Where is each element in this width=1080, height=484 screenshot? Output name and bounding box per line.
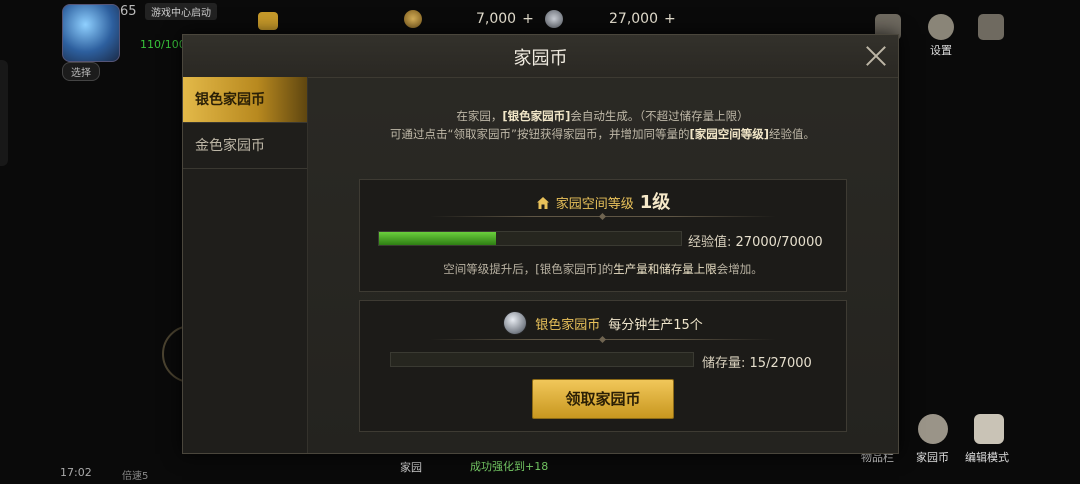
space-level-header: 家园空间等级 1级 [360, 188, 846, 214]
production-panel: 银色家园币 每分钟生产15个 储存量: 15/27000 领取家园币 [359, 300, 847, 432]
sidebar: 银色家园币 金色家园币 [183, 77, 308, 453]
space-level-value: 1级 [639, 192, 671, 213]
exp-readout: 经验值: 27000/70000 [688, 231, 823, 250]
boost-message: 成功强化到+18 [470, 460, 549, 473]
screen-edge [0, 60, 8, 166]
settings-label: 设置 [930, 44, 952, 57]
storage-progress-bar [390, 352, 694, 367]
space-level-title: 家园空间等级 [555, 197, 634, 212]
storage-value: 15/27000 [749, 356, 812, 371]
tab-silver-coin[interactable]: 银色家园币 [183, 77, 307, 123]
intro-text: 在家园，[银色家园币]会自动生成。（不超过储存量上限） 可通过点击“领取家园币”… [307, 107, 898, 143]
tab-gold-coin[interactable]: 金色家园币 [183, 123, 307, 169]
gold-coin-icon [404, 10, 422, 28]
gold-resource[interactable]: 7,000 + [404, 10, 534, 28]
add-silver-icon[interactable]: + [664, 11, 676, 27]
game-center-tag: 游戏中心启动 [145, 3, 217, 20]
avatar-badge[interactable]: 选择 [62, 62, 100, 81]
space-note-part: 会增加。 [716, 262, 763, 276]
space-note-part: 空间等级提升后，[银色家园币]的 [443, 262, 614, 276]
intro-text-part: 会自动生成。（不超过储存量上限） [570, 109, 749, 123]
storage-readout: 储存量: 15/27000 [702, 352, 812, 371]
exp-progress-fill [379, 232, 496, 245]
clock: 17:02 [60, 466, 92, 479]
home-label[interactable]: 家园 [400, 459, 422, 475]
exp-value: 27000/70000 [735, 235, 823, 250]
space-note: 空间等级提升后，[银色家园币]的生产量和储存量上限会增加。 [360, 261, 846, 277]
silver-house-coin-icon [503, 311, 528, 335]
intro-text-part: 可通过点击“领取家园币”按钮获得家园币，并增加同等量的 [390, 127, 690, 141]
gear-icon[interactable] [928, 14, 954, 40]
exp-label: 经验值: [688, 235, 732, 250]
storage-label: 储存量: [702, 356, 746, 371]
dialog-title: 家园币 [513, 48, 568, 69]
silver-coin-icon [545, 10, 563, 28]
house-icon [536, 197, 549, 209]
intro-line-2: 可通过点击“领取家园币”按钮获得家园币，并增加同等量的[家园空间等级]经验值。 [307, 125, 898, 143]
player-hp: 110/100 [140, 38, 186, 51]
add-gold-icon[interactable]: + [522, 11, 534, 27]
production-title: 银色家园币 [535, 318, 601, 333]
edit-mode-label: 编辑模式 [965, 451, 1009, 464]
coin-label: 家园币 [916, 451, 949, 464]
silver-resource[interactable]: 27,000 + [545, 10, 676, 28]
intro-text-part: 经验值。 [768, 127, 815, 141]
move-arrows-icon[interactable] [974, 414, 1004, 444]
player-avatar[interactable] [62, 4, 120, 62]
coin-bag-icon[interactable] [918, 414, 948, 444]
production-rate: 每分钟生产15个 [608, 318, 703, 333]
player-level: 65 [120, 4, 137, 19]
claim-coins-button[interactable]: 领取家园币 [532, 379, 674, 419]
gold-amount: 7,000 [476, 11, 517, 27]
space-note-highlight: 生产量和储存量上限 [613, 262, 717, 276]
intro-highlight: [银色家园币] [502, 109, 571, 123]
dialog-header: 家园币 [183, 35, 898, 78]
silver-amount: 27,000 [609, 11, 658, 27]
divider [430, 216, 776, 217]
speed-label: 倍速5 [122, 471, 149, 482]
home-coin-dialog: 家园币 银色家园币 金色家园币 在家园，[银色家园币]会自动生成。（不超过储存量… [182, 34, 899, 454]
intro-highlight: [家园空间等级] [689, 127, 769, 141]
divider [430, 339, 776, 340]
close-icon[interactable] [864, 43, 888, 67]
exit-icon[interactable] [978, 14, 1004, 40]
exp-progress-bar [378, 231, 682, 246]
intro-line-1: 在家园，[银色家园币]会自动生成。（不超过储存量上限） [307, 107, 898, 125]
production-header: 银色家园币 每分钟生产15个 [360, 311, 846, 335]
lock-icon[interactable] [258, 12, 278, 30]
space-level-panel: 家园空间等级 1级 经验值: 27000/70000 空间等级提升后，[银色家园币… [359, 179, 847, 292]
intro-text-part: 在家园， [456, 109, 503, 123]
